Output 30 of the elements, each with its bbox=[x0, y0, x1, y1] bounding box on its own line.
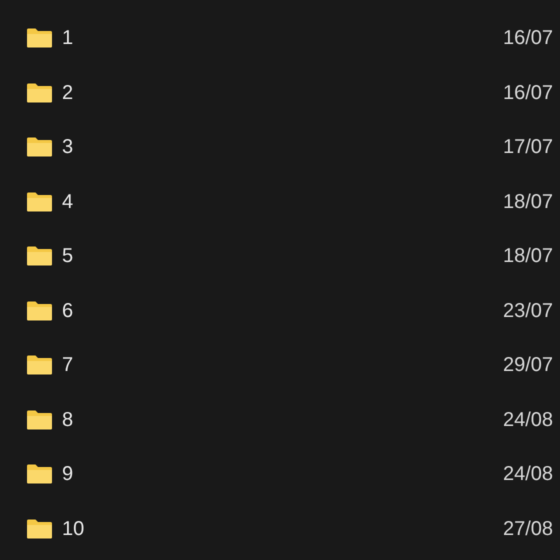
folder-name[interactable]: 10 bbox=[62, 514, 182, 544]
folder-name[interactable]: 7 bbox=[62, 350, 182, 380]
folder-icon bbox=[26, 410, 53, 430]
date-modified: 17/07 bbox=[503, 135, 554, 160]
folder-name[interactable]: 9 bbox=[62, 459, 182, 490]
folder-icon bbox=[26, 192, 53, 212]
folder-icon bbox=[26, 355, 53, 376]
date-modified: 18/07 bbox=[503, 244, 554, 270]
date-modified: 29/07 bbox=[503, 353, 554, 378]
folder-name[interactable]: 8 bbox=[62, 404, 182, 435]
folder-name[interactable]: 1 bbox=[62, 23, 182, 54]
date-modified: 24/08 bbox=[503, 462, 554, 488]
folder-icon bbox=[26, 82, 53, 103]
folder-icon bbox=[26, 246, 53, 266]
folder-name[interactable]: 3 bbox=[62, 132, 182, 162]
folder-name[interactable]: 4 bbox=[62, 186, 182, 217]
folder-icon bbox=[26, 518, 53, 539]
date-modified: 16/07 bbox=[503, 80, 554, 106]
date-modified: 24/08 bbox=[503, 408, 554, 433]
folder-icon bbox=[26, 28, 53, 48]
date-modified: 27/08 bbox=[503, 516, 554, 542]
folder-icon bbox=[26, 137, 53, 158]
date-modified: 18/07 bbox=[503, 190, 554, 215]
folder-icon bbox=[26, 300, 53, 321]
folder-name[interactable]: 5 bbox=[62, 241, 182, 272]
folder-name[interactable]: 6 bbox=[62, 296, 182, 326]
folder-name[interactable]: 2 bbox=[62, 78, 182, 108]
date-modified: 16/07 bbox=[503, 26, 554, 52]
folder-icon bbox=[26, 464, 53, 484]
date-modified: 23/07 bbox=[503, 298, 554, 324]
